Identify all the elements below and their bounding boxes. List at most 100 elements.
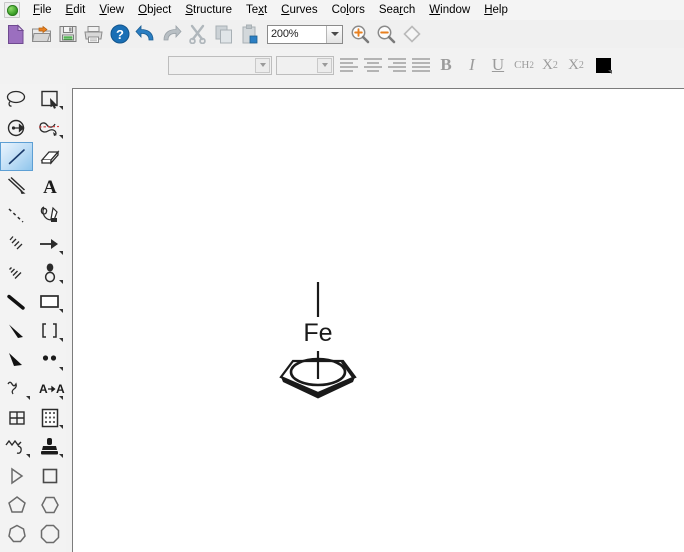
tool-expand-corner[interactable] [59, 367, 63, 371]
sidebar-item-ribbon[interactable] [0, 548, 33, 552]
font-family-combobox[interactable] [168, 55, 272, 75]
menu-edit[interactable]: Edit [59, 1, 93, 19]
zoom-out-button[interactable] [373, 22, 398, 46]
sidebar-item-frame[interactable] [33, 287, 66, 316]
sidebar-item-hashed-wedge[interactable] [0, 258, 33, 287]
open-folder-icon [31, 25, 51, 42]
print-icon [84, 25, 103, 43]
sidebar-item-arrow[interactable] [33, 229, 66, 258]
sidebar-item-hashed-bond[interactable] [0, 229, 33, 258]
sidebar-item-line-draw[interactable] [0, 142, 33, 171]
sidebar-item-bracket[interactable] [33, 316, 66, 345]
sidebar-item-squiggle-bond[interactable] [0, 374, 33, 403]
new-document-button[interactable] [3, 22, 28, 46]
tool-expand-corner[interactable] [59, 251, 63, 255]
font-size-combobox[interactable] [276, 55, 334, 75]
molecule-structure[interactable]: Fe [253, 279, 383, 404]
tool-expand-corner[interactable] [26, 454, 30, 458]
redo-button[interactable] [159, 22, 184, 46]
superscript-button[interactable]: X2 [564, 53, 588, 77]
menu-view[interactable]: View [92, 1, 131, 19]
triangle-icon [10, 467, 23, 484]
align-justify-button[interactable] [410, 54, 432, 76]
help-button[interactable]: ? [107, 22, 132, 46]
tool-expand-corner[interactable] [59, 309, 63, 313]
sidebar-item-pentagon[interactable] [0, 490, 33, 519]
menu-search[interactable]: Search [372, 1, 422, 19]
sidebar-item-table[interactable] [0, 403, 33, 432]
menu-text[interactable]: Text [239, 1, 274, 19]
tool-expand-corner[interactable] [59, 280, 63, 284]
paste-button[interactable] [237, 22, 262, 46]
menu-window[interactable]: Window [422, 1, 477, 19]
menu-help[interactable]: Help [477, 1, 515, 19]
tool-expand-corner[interactable] [59, 106, 63, 110]
sidebar-item-pen[interactable] [33, 200, 66, 229]
align-center-button[interactable] [362, 54, 384, 76]
chevron-down-icon[interactable] [326, 25, 342, 43]
sidebar-item-triangle[interactable] [0, 461, 33, 490]
table-icon [8, 410, 25, 425]
svg-text:A: A [56, 382, 65, 396]
sidebar-item-marquee-select[interactable] [33, 84, 66, 113]
menu-structure[interactable]: Structure [178, 1, 239, 19]
sidebar-item-stamp[interactable] [33, 432, 66, 461]
align-right-button[interactable] [386, 54, 408, 76]
color-swatch-button[interactable] [590, 53, 616, 77]
menu-colors[interactable]: Colors [325, 1, 372, 19]
sidebar-item-orbital[interactable] [33, 258, 66, 287]
sidebar-item-plain-bond[interactable] [0, 171, 33, 200]
application-window: File Edit View Object Structure Text Cur… [0, 0, 684, 552]
bold-button[interactable]: B [434, 53, 458, 77]
align-left-button[interactable] [338, 54, 360, 76]
tool-expand-corner[interactable] [59, 454, 63, 458]
sidebar-item-lone-pair[interactable] [33, 345, 66, 374]
sidebar-item-dashed-bond[interactable] [0, 200, 33, 229]
subformula-button[interactable]: CH 2 [512, 53, 536, 77]
zoom-in-button[interactable] [347, 22, 372, 46]
sidebar-item-eraser[interactable] [33, 142, 66, 171]
format-toolbar: B I U CH 2 X2 X2 [0, 48, 684, 82]
sidebar-item-rotate[interactable] [0, 113, 33, 142]
rotate-tool-icon [7, 119, 25, 136]
tool-expand-corner[interactable] [59, 396, 63, 400]
tool-expand-corner[interactable] [59, 425, 63, 429]
zoom-out-icon [377, 25, 395, 44]
underline-button[interactable]: U [486, 53, 510, 77]
chevron-down-icon[interactable] [317, 57, 332, 73]
cut-button[interactable] [185, 22, 210, 46]
menu-object[interactable]: Object [131, 1, 178, 19]
zoom-combobox[interactable]: 200% [267, 24, 343, 44]
sidebar-item-wave[interactable] [33, 548, 66, 552]
lone-pair-icon [42, 354, 56, 361]
subscript-button[interactable]: X2 [538, 53, 562, 77]
italic-button[interactable]: I [460, 53, 484, 77]
sidebar-item-text[interactable]: A [33, 171, 66, 200]
sidebar-item-lasso-select[interactable] [0, 84, 33, 113]
sidebar-item-heptagon[interactable] [0, 519, 33, 548]
menu-file[interactable]: File [26, 1, 59, 19]
open-folder-button[interactable] [29, 22, 54, 46]
rotate-diamond-button[interactable] [399, 22, 424, 46]
tool-expand-corner[interactable] [59, 338, 63, 342]
sidebar-item-chain[interactable] [0, 432, 33, 461]
sidebar-item-dashed-lasso[interactable] [33, 113, 66, 142]
menu-curves[interactable]: Curves [274, 1, 324, 19]
undo-button[interactable] [133, 22, 158, 46]
sidebar-item-hexagon[interactable] [33, 490, 66, 519]
sidebar-item-templates[interactable] [33, 403, 66, 432]
drawing-canvas[interactable]: Fe [72, 88, 684, 552]
sidebar-item-wedge-bond[interactable] [0, 316, 33, 345]
sidebar-item-square[interactable] [33, 461, 66, 490]
tool-expand-corner[interactable] [26, 396, 30, 400]
sidebar-item-atom-replace[interactable]: A A [33, 374, 66, 403]
tool-expand-corner[interactable] [59, 135, 63, 139]
sidebar-item-octagon[interactable] [33, 519, 66, 548]
sidebar-item-solid-wedge[interactable] [0, 345, 33, 374]
sidebar-item-bold-bond[interactable] [0, 287, 33, 316]
solid-wedge-icon [8, 352, 22, 366]
save-button[interactable] [55, 22, 80, 46]
copy-button[interactable] [211, 22, 236, 46]
chevron-down-icon[interactable] [255, 57, 270, 73]
print-button[interactable] [81, 22, 106, 46]
